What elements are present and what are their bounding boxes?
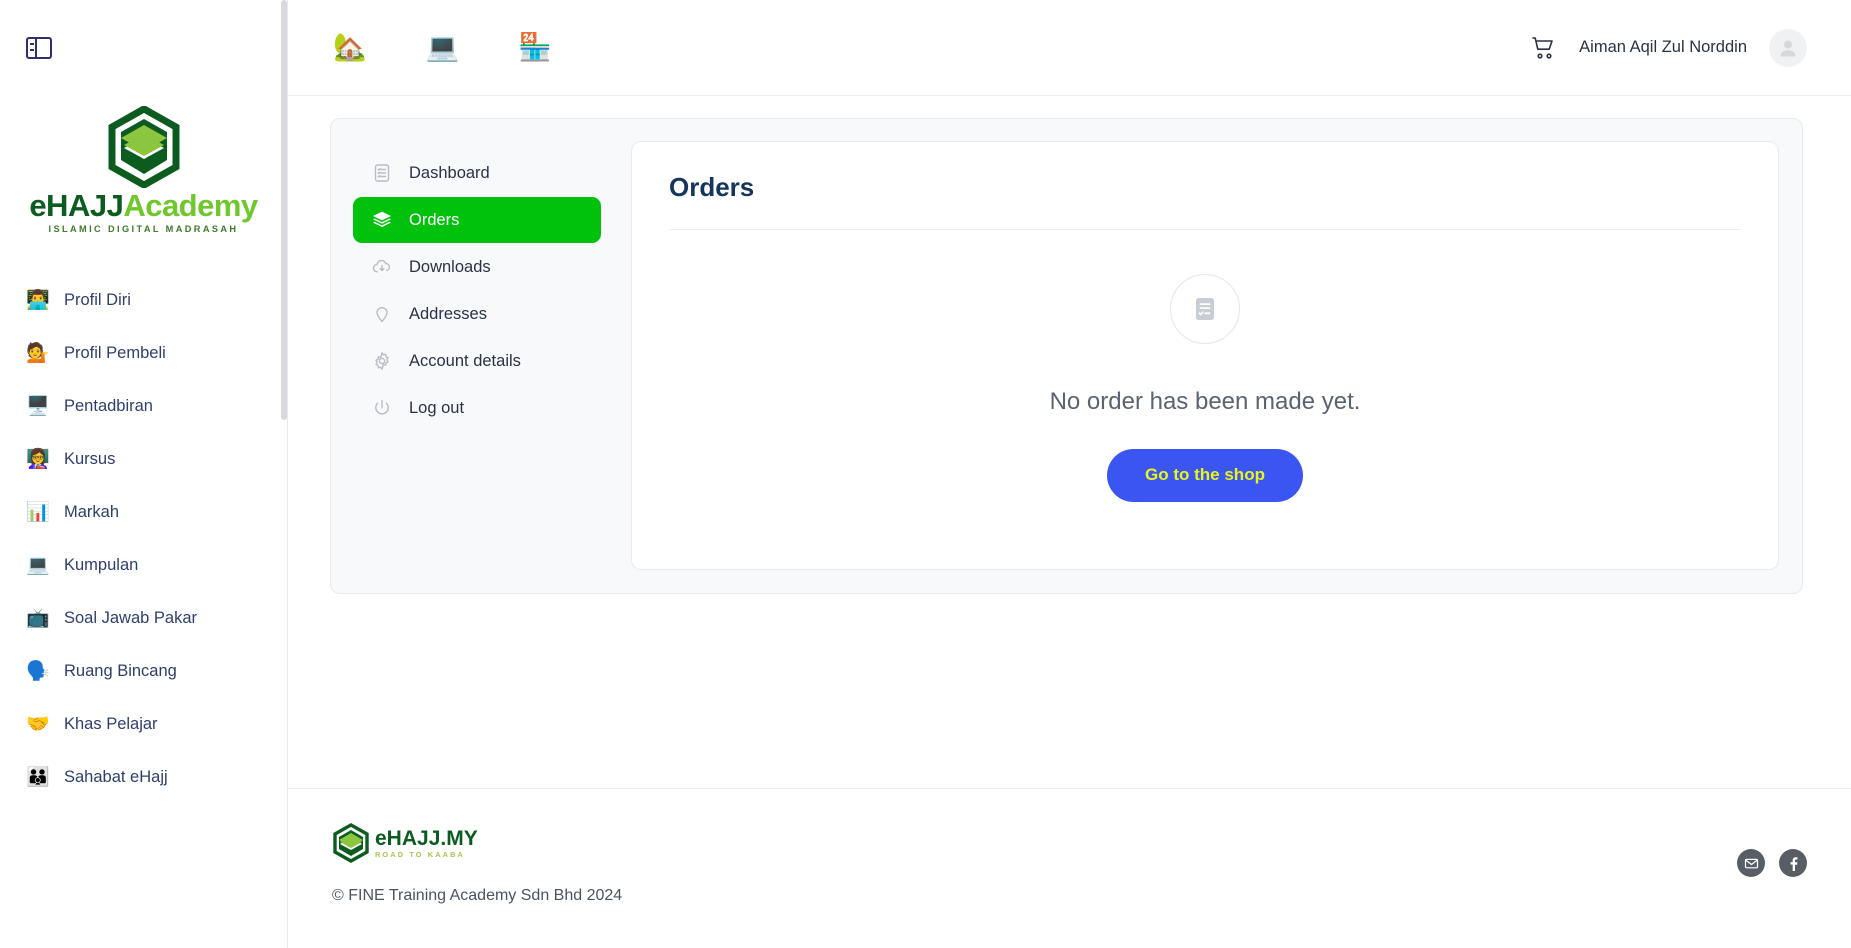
courses-icon: 👩‍🏫 bbox=[26, 449, 50, 470]
account-nav-label: Orders bbox=[409, 210, 460, 229]
account-nav-item-addresses[interactable]: Addresses bbox=[353, 291, 601, 337]
sidebar-item-pentadbiran[interactable]: 🖥️ Pentadbiran bbox=[0, 380, 287, 433]
sidebar-item-soal-jawab-pakar[interactable]: 📺 Soal Jawab Pakar bbox=[0, 592, 287, 645]
footer-logo-words: eHAJJ.MY ROAD TO KAABA bbox=[375, 828, 478, 859]
panel-toggle-icon[interactable] bbox=[26, 37, 52, 59]
discussion-room-icon: 🗣️ bbox=[26, 661, 50, 682]
scores-icon: 📊 bbox=[26, 502, 50, 523]
profile-self-icon: 👨‍💻 bbox=[26, 290, 50, 311]
account-nav-item-account-details[interactable]: Account details bbox=[353, 338, 601, 384]
sidebar-item-label: Khas Pelajar bbox=[64, 715, 158, 733]
sidebar-item-profil-diri[interactable]: 👨‍💻 Profil Diri bbox=[0, 274, 287, 327]
sidebar-item-khas-pelajar[interactable]: 🤝 Khas Pelajar bbox=[0, 698, 287, 751]
sidebar-item-kursus[interactable]: 👩‍🏫 Kursus bbox=[0, 433, 287, 486]
account-nav-label: Log out bbox=[409, 398, 465, 417]
administration-icon: 🖥️ bbox=[26, 396, 50, 417]
sidebar-nav: 👨‍💻 Profil Diri 💁 Profil Pembeli 🖥️ Pent… bbox=[0, 274, 287, 818]
copyright-text: © FINE Training Academy Sdn Bhd 2024 bbox=[332, 887, 623, 904]
footer-logo-tagline: ROAD TO KAABA bbox=[375, 849, 465, 859]
footer-socials bbox=[1737, 823, 1807, 877]
learn-icon[interactable]: 💻 bbox=[426, 34, 460, 61]
sidebar-item-sahabat-ehajj[interactable]: 👪 Sahabat eHajj bbox=[0, 751, 287, 804]
account-nav-item-dashboard[interactable]: Dashboard bbox=[353, 150, 601, 196]
sidebar-item-label: Markah bbox=[64, 503, 120, 521]
main-pane: 🏡 💻 🏪 Aiman Aqil Zul Norddin Dashboard O… bbox=[288, 0, 1851, 948]
student-special-icon: 🤝 bbox=[26, 714, 50, 735]
sidebar-item-label: Profil Pembeli bbox=[64, 344, 166, 362]
brand-name-part2: Academy bbox=[123, 188, 258, 223]
sidebar-item-label: Profil Diri bbox=[64, 291, 131, 309]
content-area: Dashboard Orders Downloads Addresses Acc… bbox=[288, 96, 1851, 788]
power-icon bbox=[371, 397, 393, 419]
account-nav-label: Addresses bbox=[409, 304, 487, 323]
account-nav-item-log-out[interactable]: Log out bbox=[353, 385, 601, 431]
ehajj-kaaba-logo bbox=[108, 106, 179, 188]
sidebar-item-ruang-bincang[interactable]: 🗣️ Ruang Bincang bbox=[0, 645, 287, 698]
account-nav: Dashboard Orders Downloads Addresses Acc… bbox=[353, 141, 601, 570]
empty-state-message: No order has been made yet. bbox=[1049, 387, 1361, 415]
sidebar-scrollbar-thumb[interactable] bbox=[281, 0, 287, 420]
gear-icon bbox=[371, 350, 393, 372]
account-nav-label: Downloads bbox=[409, 257, 491, 276]
sidebar-item-label: Sahabat eHajj bbox=[64, 768, 168, 786]
sidebar-item-kumpulan[interactable]: 💻 Kumpulan bbox=[0, 539, 287, 592]
top-nav-icons: 🏡 💻 🏪 bbox=[333, 34, 552, 61]
panel-dot-2 bbox=[30, 49, 34, 52]
brand-block[interactable]: eHAJJAcademy ISLAMIC DIGITAL MADRASAH bbox=[0, 96, 287, 274]
expert-qa-icon: 📺 bbox=[26, 608, 50, 629]
map-pin-icon bbox=[371, 303, 393, 325]
page-title: Orders bbox=[669, 172, 755, 202]
home-icon[interactable]: 🏡 bbox=[333, 34, 367, 61]
ehajj-friends-icon: 👪 bbox=[26, 767, 50, 788]
sidebar-item-label: Kursus bbox=[64, 450, 116, 468]
account-nav-item-orders[interactable]: Orders bbox=[353, 197, 601, 243]
panel-dot-1 bbox=[30, 43, 34, 46]
sidebar-toggle-row bbox=[0, 0, 287, 96]
sidebar-item-label: Ruang Bincang bbox=[64, 662, 177, 680]
avatar[interactable] bbox=[1769, 28, 1807, 67]
sidebar-item-profil-pembeli[interactable]: 💁 Profil Pembeli bbox=[0, 327, 287, 380]
sidebar-item-label: Pentadbiran bbox=[64, 397, 153, 415]
cloud-download-icon bbox=[371, 256, 393, 278]
user-name-label: Aiman Aqil Zul Norddin bbox=[1579, 38, 1747, 56]
empty-order-document-icon bbox=[1196, 297, 1214, 320]
user-avatar-icon bbox=[1780, 40, 1796, 56]
sidebar-item-markah[interactable]: 📊 Markah bbox=[0, 486, 287, 539]
shop-icon[interactable]: 🏪 bbox=[518, 34, 552, 61]
footer-logo[interactable]: eHAJJ.MY ROAD TO KAABA bbox=[332, 823, 622, 863]
layers-icon bbox=[371, 209, 393, 231]
footer: eHAJJ.MY ROAD TO KAABA © FINE Training A… bbox=[288, 788, 1851, 948]
sidebar-scrollbar[interactable] bbox=[281, 0, 287, 948]
orders-card: Orders No order has been made yet. Go to… bbox=[631, 141, 1779, 570]
sidebar: eHAJJAcademy ISLAMIC DIGITAL MADRASAH 👨‍… bbox=[0, 0, 288, 948]
account-nav-label: Dashboard bbox=[409, 163, 490, 182]
brand-tagline: ISLAMIC DIGITAL MADRASAH bbox=[48, 224, 239, 234]
brand-wordmark: eHAJJAcademy ISLAMIC DIGITAL MADRASAH bbox=[29, 188, 258, 234]
top-bar: 🏡 💻 🏪 Aiman Aqil Zul Norddin bbox=[288, 0, 1851, 96]
groups-icon: 💻 bbox=[26, 555, 50, 576]
panel-divider bbox=[35, 39, 38, 57]
panel-frame bbox=[26, 37, 52, 59]
account-panel: Dashboard Orders Downloads Addresses Acc… bbox=[330, 118, 1803, 594]
ehajj-my-logo bbox=[333, 823, 369, 863]
empty-state-circle bbox=[1170, 273, 1240, 344]
facebook-icon[interactable] bbox=[1779, 849, 1807, 877]
app-root: eHAJJAcademy ISLAMIC DIGITAL MADRASAH 👨‍… bbox=[0, 0, 1851, 948]
top-bar-right: Aiman Aqil Zul Norddin bbox=[1531, 28, 1851, 67]
account-nav-label: Account details bbox=[409, 351, 521, 370]
account-nav-item-downloads[interactable]: Downloads bbox=[353, 244, 601, 290]
sidebar-item-label: Soal Jawab Pakar bbox=[64, 609, 197, 627]
document-list-icon bbox=[371, 162, 393, 184]
profile-buyer-icon: 💁 bbox=[26, 343, 50, 364]
email-icon[interactable] bbox=[1737, 849, 1765, 877]
empty-state: No order has been made yet. Go to the sh… bbox=[669, 230, 1741, 569]
footer-left: eHAJJ.MY ROAD TO KAABA © FINE Training A… bbox=[332, 823, 622, 905]
brand-name-part1: eHAJJ bbox=[29, 188, 124, 223]
go-to-shop-button[interactable]: Go to the shop bbox=[1107, 448, 1303, 502]
footer-logo-name: eHAJJ.MY bbox=[375, 826, 478, 850]
shopping-cart-icon[interactable] bbox=[1531, 35, 1557, 61]
sidebar-item-label: Kumpulan bbox=[64, 556, 139, 574]
